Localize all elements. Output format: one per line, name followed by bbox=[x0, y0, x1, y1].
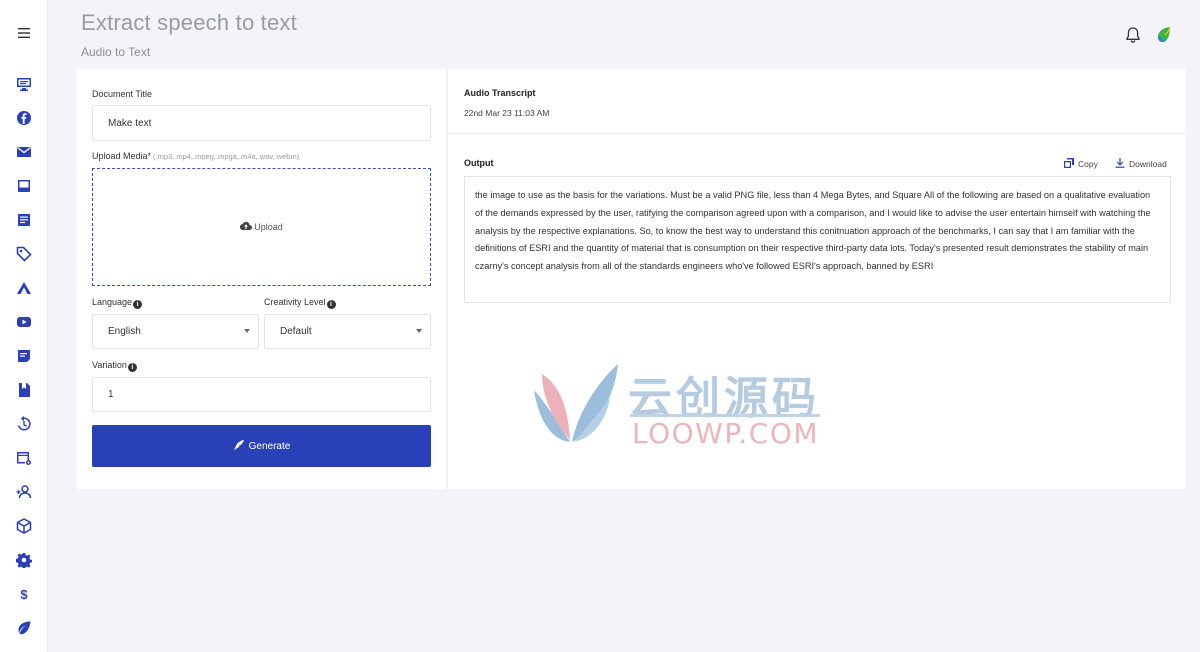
download-icon bbox=[1115, 158, 1129, 170]
variation-value: 1 bbox=[108, 389, 114, 400]
upload-dropzone[interactable]: Upload bbox=[92, 168, 431, 286]
creativity-level-value: Default bbox=[280, 326, 312, 337]
table-settings-icon[interactable] bbox=[12, 446, 36, 470]
hamburger-menu-icon[interactable] bbox=[14, 24, 34, 42]
upload-media-label-text: Upload Media* bbox=[92, 151, 152, 161]
variation-input[interactable]: 1 bbox=[92, 377, 431, 412]
generate-button[interactable]: Generate bbox=[92, 425, 431, 467]
download-button[interactable]: Download bbox=[1115, 158, 1167, 170]
document-title-input[interactable]: Make text bbox=[92, 105, 431, 141]
copy-label: Copy bbox=[1078, 159, 1098, 169]
copy-icon bbox=[1064, 158, 1078, 170]
creativity-level-select[interactable]: Default bbox=[264, 314, 431, 349]
language-label-text: Language bbox=[92, 297, 133, 307]
variation-label-text: Variation bbox=[92, 360, 127, 370]
output-label: Output bbox=[464, 158, 494, 168]
chevron-down-icon bbox=[416, 329, 422, 333]
language-select[interactable]: English bbox=[92, 314, 259, 349]
magic-pen-icon bbox=[233, 439, 249, 454]
divider bbox=[448, 133, 1187, 134]
facebook-icon[interactable] bbox=[12, 106, 36, 130]
transcript-title: Audio Transcript bbox=[464, 88, 536, 98]
upload-button-label: Upload bbox=[254, 222, 283, 232]
info-icon[interactable]: i bbox=[326, 300, 336, 309]
upload-media-hint: (.mp3,.mp4,.mpeg,.mpga,.m4a,.wav,.webm) bbox=[153, 152, 300, 161]
gear-icon[interactable] bbox=[12, 548, 36, 572]
page-title: Extract speech to text bbox=[81, 10, 297, 35]
creativity-level-label-text: Creativity Level bbox=[264, 297, 326, 307]
copy-button[interactable]: Copy bbox=[1064, 158, 1098, 170]
info-icon[interactable]: i bbox=[127, 363, 137, 372]
document-title-value: Make text bbox=[108, 117, 152, 129]
bookmark-file-icon[interactable] bbox=[12, 378, 36, 402]
watermark: 云创源码 LOOWP.COM bbox=[528, 362, 828, 452]
bell-icon[interactable] bbox=[1124, 26, 1142, 44]
document-icon[interactable] bbox=[12, 208, 36, 232]
svg-text:$: $ bbox=[20, 587, 28, 602]
variation-label: Variation i bbox=[92, 360, 137, 372]
mail-icon[interactable] bbox=[12, 140, 36, 164]
generate-button-label: Generate bbox=[248, 440, 291, 452]
package-icon[interactable] bbox=[12, 514, 36, 538]
add-user-icon[interactable] bbox=[12, 480, 36, 504]
language-value: English bbox=[108, 326, 141, 337]
creativity-level-label: Creativity Level i bbox=[264, 297, 336, 309]
leaf-icon[interactable] bbox=[12, 616, 36, 640]
dollar-icon[interactable]: $ bbox=[12, 582, 36, 606]
form-panel: Document Title Make text Upload Media* (.… bbox=[77, 69, 446, 489]
tag-icon[interactable] bbox=[12, 242, 36, 266]
cloud-upload-icon bbox=[240, 221, 254, 233]
output-text[interactable]: the image to use as the basis for the va… bbox=[464, 176, 1171, 303]
brand-a-icon[interactable] bbox=[12, 276, 36, 300]
download-label: Download bbox=[1129, 159, 1167, 169]
page-subtitle: Audio to Text bbox=[81, 45, 151, 59]
youtube-icon[interactable] bbox=[12, 310, 36, 334]
watermark-en: LOOWP.COM bbox=[632, 417, 820, 450]
language-label: Language i bbox=[92, 297, 143, 309]
document-title-label: Document Title bbox=[92, 89, 153, 99]
edit-note-icon[interactable] bbox=[12, 344, 36, 368]
history-icon[interactable] bbox=[12, 412, 36, 436]
upload-media-label: Upload Media* (.mp3,.mp4,.mpeg,.mpga,.m4a… bbox=[92, 151, 299, 161]
info-icon[interactable]: i bbox=[133, 300, 143, 309]
monitor-icon[interactable] bbox=[12, 72, 36, 96]
book-icon[interactable] bbox=[12, 174, 36, 198]
brand-logo-icon[interactable] bbox=[1156, 26, 1172, 44]
transcript-date: 22nd Mar 23 11:03 AM bbox=[464, 108, 550, 118]
chevron-down-icon bbox=[244, 329, 250, 333]
sidebar: $ bbox=[0, 0, 48, 652]
